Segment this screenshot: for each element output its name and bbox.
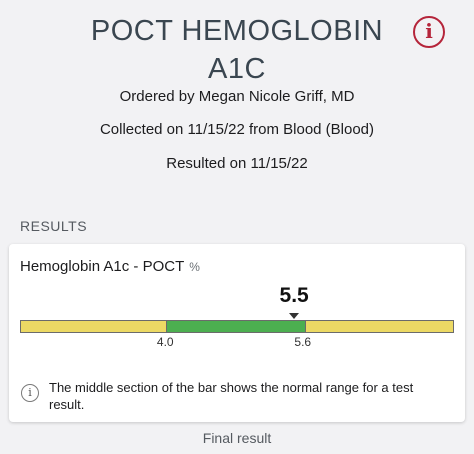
info-icon[interactable]: i [413,16,445,48]
collected-on: Collected on 11/15/22 from Blood (Blood) [99,121,375,138]
value-marker-icon [289,313,300,319]
range-high-label: 5.6 [294,335,312,349]
range-note: The middle section of the bar shows the … [49,380,414,412]
ordered-by: Ordered by Megan Nicole Griff, MD [119,88,355,105]
title-line-1: POCT HEMOGLOBIN [90,15,384,47]
result-value: 5.5 [279,284,309,307]
test-name-row: Hemoglobin A1c - POCT% [20,258,200,275]
note-info-icon: i [21,384,39,402]
title-line-2: A1C [208,53,266,85]
result-card: Hemoglobin A1c - POCT% 5.5 4.0 5.6 i The… [9,244,465,422]
range-bar [20,320,454,333]
result-status: Final result [202,430,272,446]
results-section-label: RESULTS [20,218,88,234]
range-low-label: 4.0 [156,335,174,349]
range-bar-low-segment [21,321,168,332]
resulted-on: Resulted on 11/15/22 [166,155,308,172]
range-bar-high-segment [304,321,453,332]
range-bar-normal-segment [167,321,305,332]
test-unit: % [189,260,200,274]
page-title: POCT HEMOGLOBIN A1C [60,12,414,88]
test-name: Hemoglobin A1c - POCT [20,258,185,275]
